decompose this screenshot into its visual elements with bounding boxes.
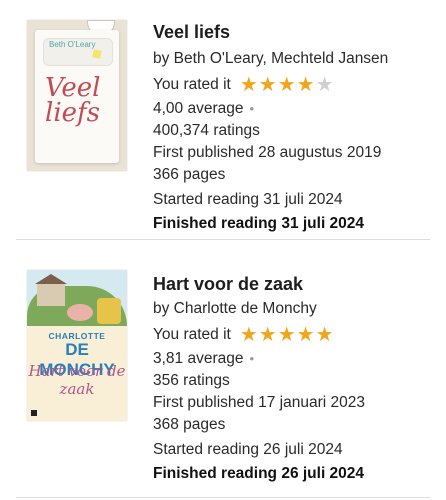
pig-graphic — [67, 304, 93, 321]
star-icon[interactable]: ★ — [259, 75, 277, 95]
average-rating-row: 3,81 average • — [153, 350, 254, 368]
average-rating-row: 4,00 average • — [153, 100, 254, 118]
page-count: 366 pages — [153, 166, 226, 183]
book-item[interactable]: Beth O'Leary Veel liefs Veel liefs by Be… — [0, 0, 446, 240]
cover-title: Hart voor de zaak — [28, 362, 126, 398]
started-reading: Started reading 31 juli 2024 — [153, 191, 343, 208]
started-reading: Started reading 26 juli 2024 — [153, 441, 343, 458]
first-published: First published 28 augustus 2019 — [153, 144, 382, 161]
cover-title: Veel liefs — [45, 73, 101, 128]
finished-reading: Finished reading 31 juli 2024 — [153, 215, 365, 232]
star-icon[interactable]: ★ — [278, 325, 296, 345]
ratings-count: 400,374 ratings — [153, 122, 260, 139]
publisher-logo-icon — [31, 410, 37, 416]
star-rating[interactable]: ★ ★ ★ ★ ★ — [240, 325, 335, 345]
book-cover[interactable]: Beth O'Leary Veel liefs — [27, 20, 127, 171]
star-icon[interactable]: ★ — [316, 325, 334, 345]
flowers-graphic — [97, 298, 121, 324]
dot-separator-icon: • — [249, 101, 255, 116]
sticky-note-graphic — [92, 49, 102, 59]
book-authors[interactable]: by Charlotte de Monchy — [153, 300, 317, 318]
star-icon[interactable]: ★ — [297, 325, 315, 345]
star-icon[interactable]: ★ — [316, 75, 334, 95]
user-rating-row: You rated it ★ ★ ★ ★ ★ — [153, 75, 335, 95]
book-title[interactable]: Veel liefs — [153, 22, 230, 43]
cover-author: Beth O'Leary — [49, 40, 96, 49]
star-icon[interactable]: ★ — [297, 75, 315, 95]
book-item[interactable]: CHARLOTTE DE MONCHY Hart voor de zaak Ha… — [0, 240, 446, 498]
page-count: 368 pages — [153, 416, 226, 433]
user-rating-row: You rated it ★ ★ ★ ★ ★ — [153, 325, 335, 345]
star-icon[interactable]: ★ — [278, 75, 296, 95]
dot-separator-icon: • — [249, 351, 255, 366]
divider — [16, 497, 430, 498]
book-authors[interactable]: by Beth O'Leary, Mechteld Jansen — [153, 50, 388, 68]
ratings-count: 356 ratings — [153, 372, 230, 389]
rated-label: You rated it — [153, 326, 231, 343]
book-cover[interactable]: CHARLOTTE DE MONCHY Hart voor de zaak — [27, 270, 127, 421]
book-title[interactable]: Hart voor de zaak — [153, 274, 303, 295]
first-published: First published 17 januari 2023 — [153, 394, 365, 411]
star-icon[interactable]: ★ — [240, 75, 258, 95]
average-rating: 3,81 average — [153, 350, 244, 367]
star-icon[interactable]: ★ — [240, 325, 258, 345]
star-icon[interactable]: ★ — [259, 325, 277, 345]
rated-label: You rated it — [153, 76, 231, 93]
star-rating[interactable]: ★ ★ ★ ★ ★ — [240, 75, 335, 95]
house-graphic — [35, 274, 67, 306]
finished-reading: Finished reading 26 juli 2024 — [153, 465, 365, 482]
average-rating: 4,00 average — [153, 100, 244, 117]
